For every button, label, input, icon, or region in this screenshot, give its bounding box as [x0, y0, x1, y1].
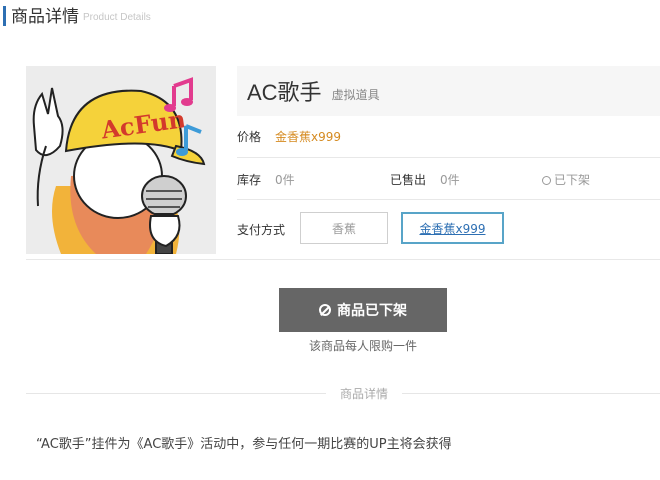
divider	[26, 259, 660, 260]
page-title: 商品详情	[11, 7, 79, 27]
clock-icon	[542, 176, 551, 185]
ac-singer-illustration: AcFun	[32, 77, 206, 254]
payment-option-banana[interactable]: 香蕉	[300, 212, 388, 244]
status-text: 已下架	[554, 173, 591, 187]
stock-label: 库存	[237, 173, 262, 187]
page-header: 商品详情 Product Details	[0, 4, 151, 28]
page-subtitle: Product Details	[83, 12, 151, 23]
sold-label: 已售出	[390, 173, 427, 187]
price-value: 金香蕉x999	[275, 130, 342, 144]
product-description: “AC歌手”挂件为《AC歌手》活动中，参与任何一期比赛的UP主将会获得	[36, 437, 452, 452]
product-tag: 虚拟道具	[331, 87, 380, 102]
product-name: AC歌手	[247, 80, 322, 105]
status-indicator: 已下架	[542, 171, 590, 188]
sold-value: 0件	[440, 173, 460, 187]
details-section-label: 商品详情	[339, 387, 388, 401]
section-divider-right	[402, 393, 660, 394]
price-label: 价格	[237, 130, 262, 144]
header-accent-bar	[3, 6, 6, 26]
product-title-box: AC歌手 虚拟道具	[237, 66, 660, 116]
divider	[237, 199, 660, 200]
payment-option-gold-banana[interactable]: 金香蕉x999	[401, 212, 504, 244]
stock-value: 0件	[275, 173, 295, 187]
section-divider-left	[26, 393, 326, 394]
payment-label: 支付方式	[237, 223, 286, 237]
ban-icon	[319, 304, 331, 316]
off-shelf-button-label: 商品已下架	[337, 303, 407, 319]
product-image: AcFun	[26, 66, 216, 254]
divider	[237, 157, 660, 158]
purchase-limit-note: 该商品每人限购一件	[308, 339, 417, 353]
off-shelf-button[interactable]: 商品已下架	[279, 288, 447, 332]
